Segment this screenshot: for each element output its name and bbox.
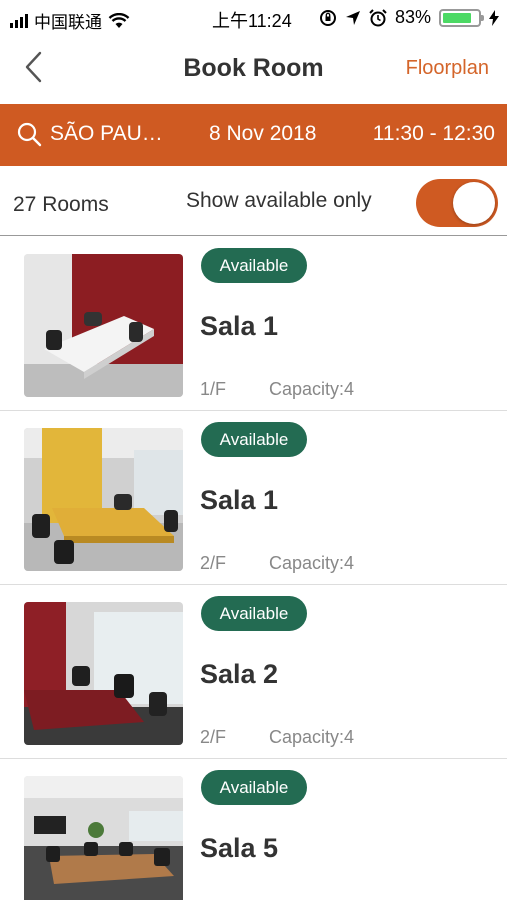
room-photo: [24, 602, 183, 745]
date-selector[interactable]: 8 Nov 2018: [209, 122, 316, 146]
room-item[interactable]: Available Sala 1 1/F Capacity:4: [0, 237, 507, 411]
signal-icon: [10, 13, 28, 28]
room-name: Sala 5: [200, 833, 279, 863]
time-range-selector[interactable]: 11:30 - 12:30: [373, 122, 495, 146]
location-label: SÃO PAU…: [50, 122, 163, 145]
room-name: Sala 1: [200, 311, 279, 341]
room-count: 27 Rooms: [13, 193, 109, 216]
charging-icon: [489, 9, 499, 26]
status-badge: Available: [201, 770, 307, 805]
search-bar[interactable]: SÃO PAU… 8 Nov 2018 11:30 - 12:30: [0, 104, 507, 166]
battery-fill: [443, 12, 472, 23]
wifi-icon: [108, 12, 130, 28]
alarm-icon: [369, 8, 387, 26]
status-left: 中国联通: [10, 8, 130, 33]
filter-row: 27 Rooms Show available only: [0, 166, 507, 236]
rotation-lock-icon: [319, 9, 336, 26]
location-arrow-icon: [345, 10, 360, 25]
status-time: 上午11:24: [212, 11, 292, 31]
room-item[interactable]: Available Sala 5: [0, 759, 507, 900]
carrier-label: 中国联通: [34, 13, 102, 32]
room-item[interactable]: Available Sala 1 2/F Capacity:4: [0, 411, 507, 585]
nav-bar: Book Room Floorplan: [0, 36, 507, 104]
location-selector[interactable]: SÃO PAU…: [16, 121, 163, 147]
room-capacity: Capacity:4: [269, 727, 355, 747]
search-icon: [17, 122, 42, 147]
status-right: 83%: [319, 7, 499, 28]
show-available-toggle[interactable]: [416, 179, 498, 227]
show-available-label: Show available only: [186, 189, 372, 212]
room-name: Sala 1: [200, 485, 279, 515]
room-list: Available Sala 1 1/F Capacity:4 Availabl…: [0, 237, 507, 900]
room-photo: [24, 776, 183, 900]
room-capacity: Capacity:4: [269, 553, 355, 573]
status-badge: Available: [201, 248, 307, 283]
room-floor: 2/F: [200, 727, 227, 747]
battery-icon: [439, 8, 484, 27]
room-floor: 1/F: [200, 379, 227, 399]
room-photo: [24, 254, 183, 397]
room-item[interactable]: Available Sala 2 2/F Capacity:4: [0, 585, 507, 759]
room-name: Sala 2: [200, 659, 279, 689]
status-badge: Available: [201, 596, 307, 631]
status-badge: Available: [201, 422, 307, 457]
room-capacity: Capacity:4: [269, 379, 355, 399]
status-bar: 中国联通 上午11:24 83%: [0, 0, 507, 36]
toggle-knob: [453, 182, 495, 224]
battery-percent: 83%: [394, 7, 431, 27]
room-photo: [24, 428, 183, 571]
floorplan-link[interactable]: Floorplan: [406, 57, 489, 80]
room-floor: 2/F: [200, 553, 227, 573]
